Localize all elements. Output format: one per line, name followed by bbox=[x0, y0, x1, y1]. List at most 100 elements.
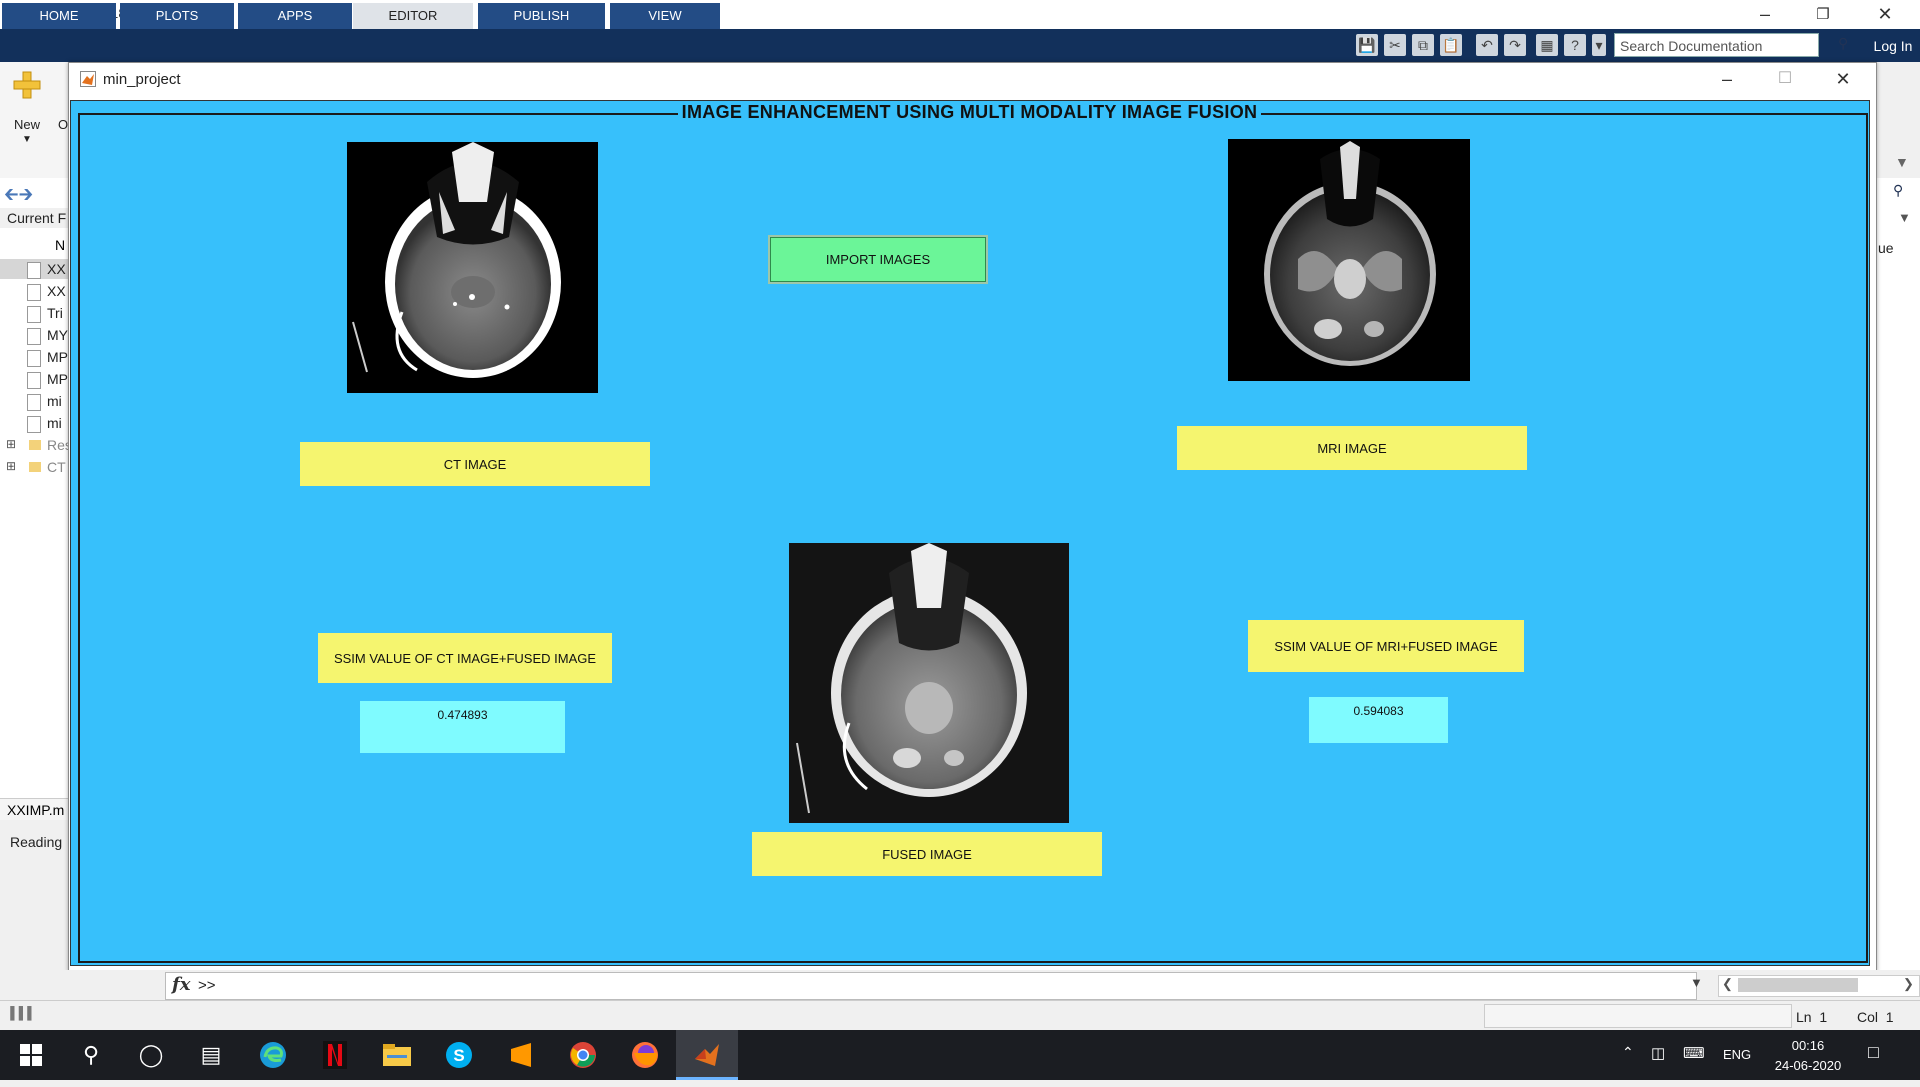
file-icon bbox=[27, 350, 41, 367]
file-icon bbox=[27, 328, 41, 345]
quick-access-dropdown-icon[interactable]: ▾ bbox=[1592, 34, 1606, 56]
skype-icon[interactable]: S bbox=[428, 1030, 490, 1080]
login-button[interactable]: Log In bbox=[1866, 33, 1920, 59]
file-icon bbox=[27, 372, 41, 389]
minimize-button[interactable]: – bbox=[1736, 0, 1794, 29]
search-icon[interactable]: ⚲ bbox=[60, 1030, 122, 1080]
sublime-icon[interactable] bbox=[490, 1030, 552, 1080]
mri-scan-image bbox=[1264, 141, 1436, 366]
fx-icon[interactable]: fx bbox=[172, 974, 190, 995]
network-icon[interactable]: ◫ bbox=[1651, 1044, 1665, 1062]
ssim-mri-value: 0.594083 bbox=[1309, 697, 1448, 743]
folder-icon bbox=[29, 462, 41, 472]
list-item[interactable]: Tri bbox=[47, 303, 63, 323]
fused-image-label: FUSED IMAGE bbox=[752, 832, 1102, 876]
figure-minimize-button[interactable]: – bbox=[1702, 64, 1752, 94]
help-icon[interactable]: ? bbox=[1564, 34, 1586, 56]
ct-image-axes bbox=[347, 142, 598, 393]
list-item[interactable]: mi bbox=[47, 391, 62, 411]
restore-button[interactable]: ❐ bbox=[1794, 0, 1852, 29]
collapse-icon[interactable]: ▼ bbox=[1895, 154, 1909, 170]
status-busy-icon: ▐▐▐ bbox=[6, 1006, 32, 1020]
panel-title: IMAGE ENHANCEMENT USING MULTI MODALITY I… bbox=[677, 102, 1262, 122]
scroll-right-icon[interactable]: ❯ bbox=[1903, 976, 1914, 992]
search-icon[interactable]: ⚲ bbox=[1893, 182, 1903, 199]
details-file-name: XXIMP.m bbox=[0, 798, 68, 820]
ssim-ct-value: 0.474893 bbox=[360, 701, 565, 753]
fused-scan-image bbox=[796, 543, 1027, 814]
switch-windows-icon[interactable]: ▦ bbox=[1536, 34, 1558, 56]
new-dropdown-icon[interactable]: ▼ bbox=[22, 134, 32, 145]
command-input[interactable] bbox=[165, 972, 1697, 1000]
file-icon bbox=[27, 262, 41, 279]
clock-date: 24-06-2020 bbox=[1774, 1058, 1842, 1073]
task-view-icon[interactable]: ▤ bbox=[180, 1030, 242, 1080]
list-item[interactable]: mi bbox=[47, 413, 62, 433]
ct-image-label: CT IMAGE bbox=[300, 442, 650, 486]
start-icon[interactable] bbox=[0, 1030, 62, 1080]
notifications-icon[interactable]: □ bbox=[1868, 1042, 1879, 1063]
mri-image-axes bbox=[1228, 139, 1470, 381]
command-dropdown-icon[interactable]: ▼ bbox=[1690, 975, 1703, 990]
cortana-icon[interactable]: ◯ bbox=[120, 1030, 182, 1080]
list-item[interactable]: MP bbox=[47, 347, 68, 367]
scrollbar-thumb[interactable] bbox=[1738, 978, 1858, 992]
svg-text:S: S bbox=[453, 1046, 464, 1065]
chrome-icon[interactable] bbox=[552, 1030, 614, 1080]
panel-title-row: IMAGE ENHANCEMENT USING MULTI MODALITY I… bbox=[0, 102, 1920, 123]
scroll-left-icon[interactable]: ❮ bbox=[1722, 976, 1733, 992]
fused-image-axes bbox=[789, 543, 1069, 823]
tab-home[interactable]: HOME bbox=[2, 3, 116, 29]
tab-editor[interactable]: EDITOR bbox=[353, 3, 473, 29]
keyboard-icon[interactable]: ⌨ bbox=[1683, 1044, 1705, 1062]
status-line: Ln 1 bbox=[1796, 1009, 1828, 1025]
list-item[interactable]: XX bbox=[47, 259, 66, 279]
tray-overflow-icon[interactable]: ⌃ bbox=[1622, 1044, 1634, 1061]
search-icon[interactable]: ⚲ bbox=[1838, 35, 1848, 52]
netflix-icon[interactable] bbox=[304, 1030, 366, 1080]
expand-icon[interactable]: ⊞ bbox=[6, 437, 16, 451]
list-item[interactable]: CT bbox=[47, 457, 66, 477]
copy-icon[interactable]: ⧉ bbox=[1412, 34, 1434, 56]
firefox-icon[interactable] bbox=[614, 1030, 676, 1080]
clock[interactable]: 00:16 24-06-2020 bbox=[1768, 1036, 1848, 1076]
figure-close-button[interactable]: ✕ bbox=[1818, 64, 1868, 94]
close-button[interactable]: ✕ bbox=[1856, 0, 1914, 29]
status-column: Col 1 bbox=[1857, 1009, 1894, 1025]
name-column-header[interactable]: N bbox=[55, 237, 65, 253]
import-images-button[interactable]: IMPORT IMAGES bbox=[768, 235, 988, 284]
status-message-box bbox=[1484, 1004, 1792, 1028]
list-item[interactable]: XX bbox=[47, 281, 66, 301]
folder-icon bbox=[29, 440, 41, 450]
figure-maximize-button[interactable]: ☐ bbox=[1760, 64, 1810, 94]
redo-icon[interactable]: ↷ bbox=[1504, 34, 1526, 56]
file-icon bbox=[27, 306, 41, 323]
list-item[interactable]: MY bbox=[47, 325, 68, 345]
tab-publish[interactable]: PUBLISH bbox=[478, 3, 605, 29]
file-icon bbox=[27, 284, 41, 301]
file-icon bbox=[27, 416, 41, 433]
details-status: Reading bbox=[10, 834, 63, 850]
edge-icon[interactable] bbox=[242, 1030, 304, 1080]
figure-window-title: min_project bbox=[103, 71, 181, 88]
panel-menu-icon[interactable]: ▼ bbox=[1898, 210, 1911, 225]
expand-icon[interactable]: ⊞ bbox=[6, 459, 16, 473]
mri-image-label: MRI IMAGE bbox=[1177, 426, 1527, 470]
command-prompt: >> bbox=[198, 977, 216, 994]
undo-icon[interactable]: ↶ bbox=[1476, 34, 1498, 56]
new-icon[interactable] bbox=[12, 70, 42, 100]
tab-apps[interactable]: APPS bbox=[238, 3, 352, 29]
cut-icon[interactable]: ✂ bbox=[1384, 34, 1406, 56]
ct-scan-image bbox=[352, 142, 561, 378]
search-documentation-input[interactable]: Search Documentation bbox=[1614, 33, 1819, 57]
ssim-ct-label: SSIM VALUE OF CT IMAGE+FUSED IMAGE bbox=[318, 633, 612, 683]
language-indicator[interactable]: ENG bbox=[1723, 1047, 1751, 1062]
matlab-figure-icon bbox=[80, 71, 96, 87]
paste-icon[interactable]: 📋 bbox=[1440, 34, 1462, 56]
tab-view[interactable]: VIEW bbox=[610, 3, 720, 29]
matlab-icon[interactable] bbox=[676, 1030, 738, 1080]
file-explorer-icon[interactable] bbox=[366, 1030, 428, 1080]
save-icon[interactable]: 💾 bbox=[1356, 34, 1378, 56]
tab-plots[interactable]: PLOTS bbox=[120, 3, 234, 29]
list-item[interactable]: MP bbox=[47, 369, 68, 389]
